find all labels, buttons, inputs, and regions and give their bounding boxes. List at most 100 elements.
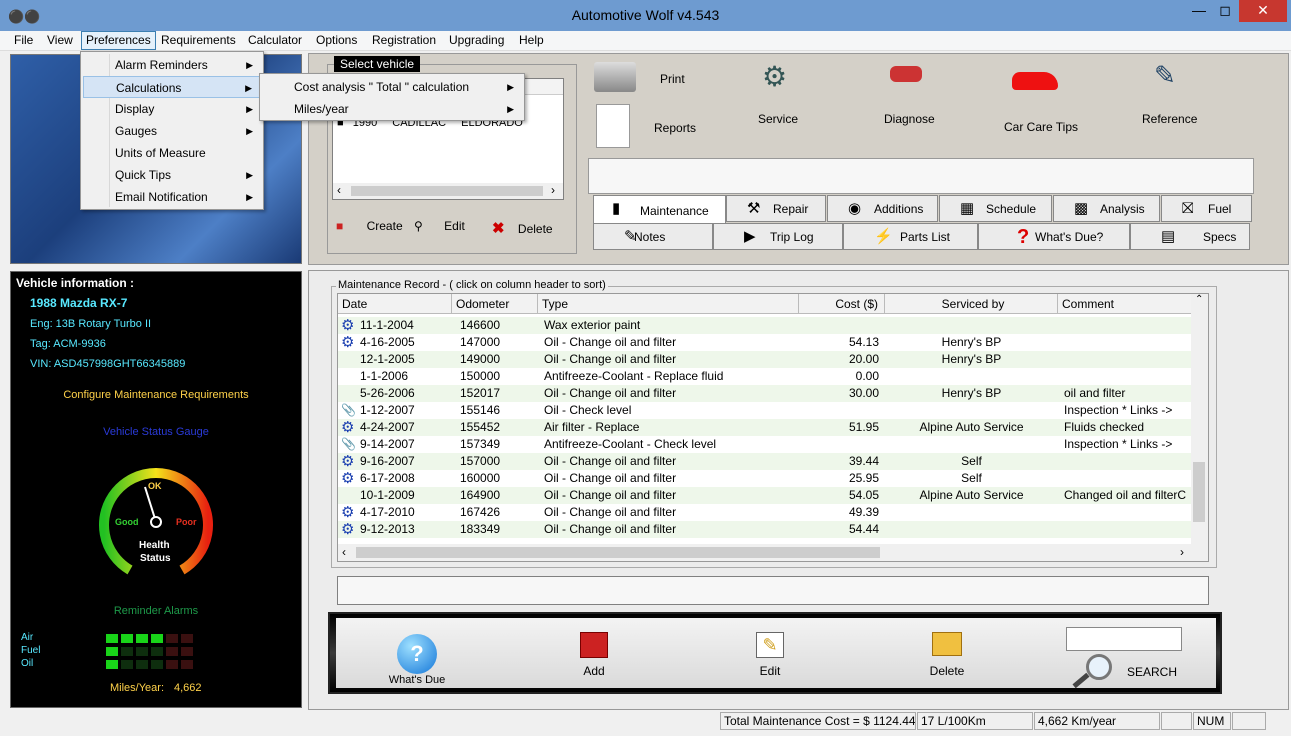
scroll-right-arrow[interactable]: ›	[1180, 545, 1184, 559]
cell-date: 10-1-2009	[360, 488, 415, 502]
tab-parts-list[interactable]: ⚡ Parts List	[843, 223, 978, 250]
table-row[interactable]: 5-26-2006 152017 Oil - Change oil and filt…	[338, 385, 1194, 402]
health-status-gauge	[99, 467, 213, 575]
menu-registration[interactable]: Registration	[372, 33, 436, 47]
create-vehicle-button[interactable]: ■ Create	[336, 219, 403, 233]
scroll-left-arrow[interactable]: ‹	[342, 545, 346, 559]
maximize-button[interactable]: ◻	[1212, 0, 1238, 22]
tab-notes[interactable]: ✎ Notes	[593, 223, 713, 250]
submenu-item-cost-analysis[interactable]: Cost analysis " Total " calculation ▶	[262, 76, 522, 98]
tab-schedule[interactable]: ▦ Schedule	[939, 195, 1052, 222]
menu-upgrading[interactable]: Upgrading	[449, 33, 504, 47]
tab-analysis[interactable]: ▩ Analysis	[1053, 195, 1160, 222]
menu-item-alarm-reminders[interactable]: Alarm Reminders ▶	[83, 54, 261, 76]
table-row[interactable]: ⚙ 11-1-2004 146600 Wax exterior paint	[338, 317, 1194, 334]
table-row[interactable]: ⚙ 9-12-2013 183349 Oil - Change oil and fil…	[338, 521, 1194, 538]
table-vscroll[interactable]: ⌃	[1191, 294, 1208, 544]
menu-item-quick-tips[interactable]: Quick Tips ▶	[83, 164, 261, 186]
service-button[interactable]: ⚙ Service	[746, 58, 806, 128]
menu-item-calculations[interactable]: Calculations ▶	[83, 76, 261, 98]
hscroll-thumb[interactable]	[356, 547, 880, 558]
close-button[interactable]: ✕	[1239, 0, 1287, 22]
column-header-cost[interactable]: Cost ($)	[799, 294, 885, 314]
select-vehicle-title: Select vehicle	[334, 56, 421, 72]
tab-repair[interactable]: ⚒ Repair	[726, 195, 826, 222]
menu-help[interactable]: Help	[519, 33, 544, 47]
add-record-button[interactable]: Add	[572, 632, 616, 682]
whats-due-button[interactable]: ? What's Due	[386, 634, 448, 690]
table-row[interactable]: 📎 1-12-2007 155146 Oil - Check level Inspect…	[338, 402, 1194, 419]
reports-button[interactable]: Reports	[592, 104, 702, 150]
scroll-up-arrow[interactable]: ⌃	[1195, 294, 1203, 305]
tab-what-s-due-[interactable]: ? What's Due?	[978, 223, 1130, 250]
table-row[interactable]: ⚙ 4-24-2007 155452 Air filter - Replace 51.9…	[338, 419, 1194, 436]
table-row[interactable]: ⚙ 6-17-2008 160000 Oil - Change oil and fil…	[338, 470, 1194, 487]
menu-item-email-notification[interactable]: Email Notification ▶	[83, 186, 261, 208]
delete-record-button[interactable]: Delete	[924, 632, 970, 682]
table-row[interactable]: 📎 9-14-2007 157349 Antifreeze-Coolant - Che…	[338, 436, 1194, 453]
maintenance-table[interactable]: Date Odometer Type Cost ($) Serviced by Comme…	[337, 293, 1209, 562]
tab-trip-log[interactable]: ▶ Trip Log	[713, 223, 843, 250]
search-button[interactable]: SEARCH	[1127, 665, 1177, 679]
cell-date: 9-14-2007	[360, 437, 415, 451]
diagnose-button[interactable]: Diagnose	[876, 58, 938, 128]
column-header-date[interactable]: Date	[338, 294, 452, 314]
table-row[interactable]: ⚙ 4-17-2010 167426 Oil - Change oil and fil…	[338, 504, 1194, 521]
notes-box[interactable]	[337, 576, 1209, 605]
minimize-button[interactable]: —	[1186, 0, 1212, 22]
column-header-comment[interactable]: Comment	[1058, 294, 1198, 314]
reminder-led	[166, 634, 178, 643]
column-header-serviced-by[interactable]: Serviced by	[885, 294, 1058, 314]
tab-specs[interactable]: ▤ Specs	[1130, 223, 1250, 250]
cell-comment: Fluids checked	[1064, 420, 1145, 434]
submenu-item-miles-year[interactable]: Miles/year ▶	[262, 98, 522, 120]
configure-maintenance-link[interactable]: Configure Maintenance Requirements	[10, 389, 302, 401]
calendar-icon: ▦	[960, 200, 975, 217]
gear-icon: ⚙	[341, 470, 355, 487]
menu-file[interactable]: File	[14, 33, 33, 47]
tab-maintenance[interactable]: ▮ Maintenance	[593, 195, 726, 224]
magnifier-icon[interactable]	[1072, 654, 1118, 689]
car-care-tips-button[interactable]: Car Care Tips	[1000, 58, 1078, 138]
menu-options[interactable]: Options	[316, 33, 357, 47]
vehicle-list-hscroll[interactable]: ‹ ›	[333, 183, 563, 199]
cell-by: Alpine Auto Service	[919, 488, 1024, 502]
delete-vehicle-button[interactable]: ✖ Delete	[492, 219, 553, 237]
cell-comment	[1064, 521, 1196, 538]
search-input[interactable]	[1066, 627, 1182, 651]
table-row[interactable]: 10-1-2009 164900 Oil - Change oil and filt…	[338, 487, 1194, 504]
vehicle-info-heading: Vehicle information :	[16, 276, 135, 290]
menu-item-gauges[interactable]: Gauges ▶	[83, 120, 261, 142]
table-row[interactable]: ⚙ 9-16-2007 157000 Oil - Change oil and fil…	[338, 453, 1194, 470]
gauge-ok-label: OK	[148, 481, 162, 491]
column-header-odometer[interactable]: Odometer	[452, 294, 538, 314]
print-button[interactable]: Print	[592, 58, 692, 98]
menu-preferences[interactable]: Preferences	[81, 31, 156, 50]
mechanic-icon: ⚙	[762, 61, 788, 92]
column-header-type[interactable]: Type	[538, 294, 799, 314]
cell-date: 4-17-2010	[360, 505, 415, 519]
table-row[interactable]: 12-1-2005 149000 Oil - Change oil and filt…	[338, 351, 1194, 368]
table-hscroll[interactable]: ‹ ›	[338, 544, 1208, 561]
cell-comment: oil and filter	[1064, 386, 1126, 400]
edit-record-button[interactable]: ✎ Edit	[748, 632, 792, 682]
menu-requirements[interactable]: Requirements	[161, 33, 236, 47]
menu-view[interactable]: View	[47, 33, 73, 47]
table-row[interactable]: ⚙ 4-16-2005 147000 Oil - Change oil and fil…	[338, 334, 1194, 351]
tab-additions[interactable]: ◉ Additions	[827, 195, 938, 222]
cell-cost: 54.13	[848, 335, 879, 349]
scroll-thumb[interactable]	[1193, 462, 1205, 522]
cell-date: 6-17-2008	[360, 471, 415, 485]
reminder-led	[106, 647, 118, 656]
tab-fuel[interactable]: ⛝ Fuel	[1161, 195, 1252, 222]
calculations-submenu: Cost analysis " Total " calculation ▶ Mile…	[259, 73, 525, 121]
printer-icon	[594, 62, 636, 92]
menu-item-units-of-measure[interactable]: Units of Measure	[83, 142, 261, 164]
cell-date: 9-16-2007	[360, 454, 415, 468]
menu-item-display[interactable]: Display ▶	[83, 98, 261, 120]
reference-button[interactable]: ✎ Reference	[1138, 58, 1202, 128]
cell-by	[885, 436, 1058, 453]
table-row[interactable]: 1-1-2006 150000 Antifreeze-Coolant - Repla…	[338, 368, 1194, 385]
edit-vehicle-button[interactable]: ⚲ Edit	[414, 219, 465, 233]
menu-calculator[interactable]: Calculator	[248, 33, 302, 47]
